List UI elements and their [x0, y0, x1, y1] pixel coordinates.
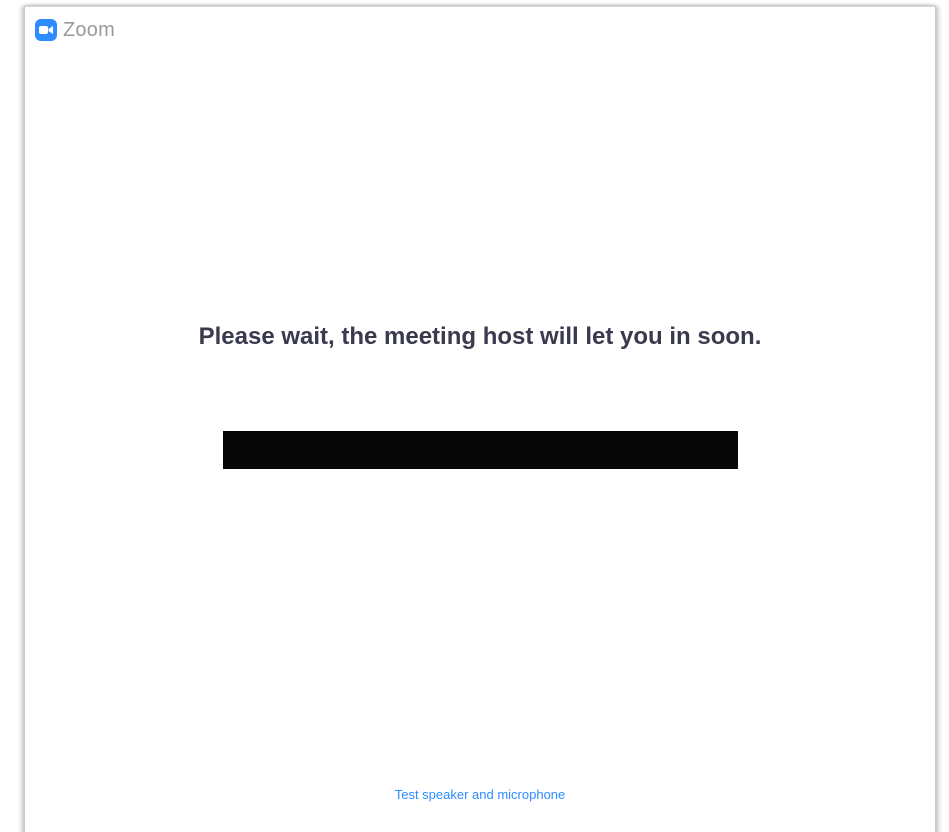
title-bar: Zoom: [35, 19, 115, 41]
app-title: Zoom: [63, 18, 115, 41]
test-speaker-microphone-link[interactable]: Test speaker and microphone: [25, 787, 935, 802]
zoom-waiting-room-window: Zoom Please wait, the meeting host will …: [24, 6, 936, 832]
redacted-meeting-info: [223, 431, 738, 469]
screen: Zoom Please wait, the meeting host will …: [0, 0, 949, 832]
waiting-message: Please wait, the meeting host will let y…: [198, 323, 762, 350]
zoom-camera-icon: [35, 19, 57, 41]
